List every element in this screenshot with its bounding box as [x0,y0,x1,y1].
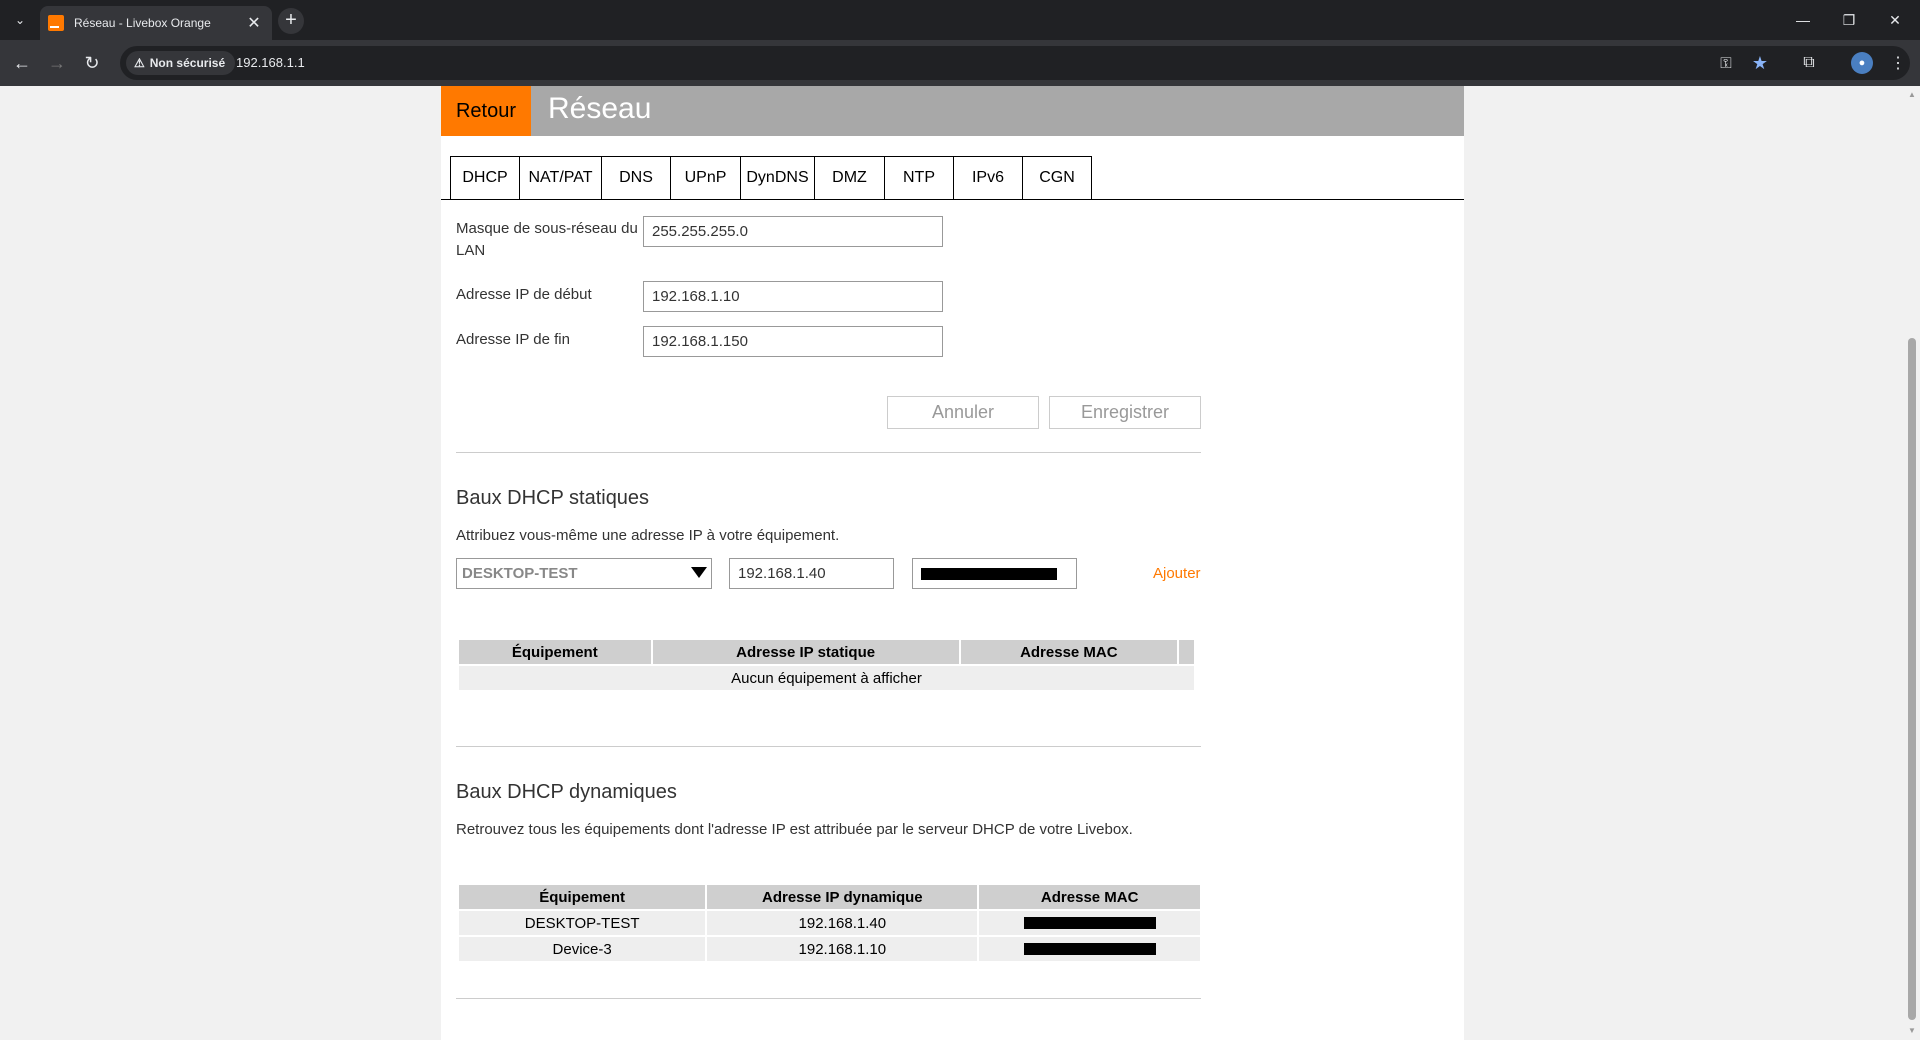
page-viewport: Retour Réseau DHCP NAT/PAT DNS UPnP DynD… [0,86,1904,1040]
tabs-divider [441,199,1464,200]
redacted-mac [921,568,1057,580]
security-chip[interactable]: ⚠ Non sécurisé [126,51,236,75]
end-ip-label: Adresse IP de fin [456,331,570,348]
tab-close-icon[interactable]: ✕ [244,13,264,33]
tab-dmz[interactable]: DMZ [814,156,884,200]
warning-icon: ⚠ [134,56,145,70]
scroll-down-icon[interactable]: ▼ [1908,1026,1916,1035]
subnet-input[interactable] [643,216,943,247]
back-button[interactable]: Retour [441,86,531,136]
scrollbar-thumb[interactable] [1908,338,1916,1020]
ip-cell: 192.168.1.10 [705,935,980,963]
mac-cell [977,935,1202,963]
reload-icon[interactable]: ↻ [78,49,106,77]
end-ip-input[interactable] [643,326,943,357]
page-scrollbar[interactable]: ▲ ▼ [1904,86,1920,1040]
device-select[interactable]: DESKTOP-TEST [456,558,712,589]
key-icon[interactable]: ⚿ [1714,51,1738,75]
column-header: Adresse MAC [958,638,1180,666]
static-ip-input[interactable] [729,558,894,589]
start-ip-label: Adresse IP de début [456,286,592,303]
column-header-spacer [1177,638,1196,666]
profile-icon[interactable]: ● [1850,51,1874,75]
tab-list-icon[interactable]: ⌄ [8,8,32,32]
start-ip-input[interactable] [643,281,943,312]
cancel-button[interactable]: Annuler [887,396,1039,429]
static-leases-title: Baux DHCP statiques [456,487,650,509]
mac-cell [977,909,1202,937]
device-select-value: DESKTOP-TEST [462,565,578,582]
close-icon[interactable]: ✕ [1872,0,1918,40]
tab-ipv6[interactable]: IPv6 [953,156,1022,200]
dropdown-arrow-icon [691,567,707,578]
column-header: Adresse IP dynamique [705,883,980,911]
tab-dyndns[interactable]: DynDNS [740,156,814,200]
forward-icon[interactable]: → [43,49,71,77]
url-text[interactable]: 192.168.1.1 [236,55,305,70]
new-tab-button[interactable]: + [278,8,304,34]
page-header: Retour Réseau [441,86,1464,136]
tab-nat-pat[interactable]: NAT/PAT [519,156,601,200]
browser-tab-strip: ⌄ Réseau - Livebox Orange ✕ + — ❐ ✕ [0,0,1920,40]
browser-tab[interactable]: Réseau - Livebox Orange ✕ [40,6,272,40]
menu-icon[interactable]: ⋮ [1886,51,1910,75]
column-header: Adresse IP statique [650,638,961,666]
page-title: Réseau [548,92,652,125]
table-row: DESKTOP-TEST 192.168.1.40 [456,909,1202,937]
redacted-mac [1023,917,1156,929]
table-row: Device-3 192.168.1.10 [456,935,1202,963]
dynamic-leases-title: Baux DHCP dynamiques [456,781,677,803]
subnet-label: Masque de sous-réseau du LAN [456,220,638,259]
mac-address-input[interactable] [912,558,1077,589]
empty-message: Aucun équipement à afficher [457,664,1196,692]
network-panel: Retour Réseau DHCP NAT/PAT DNS UPnP DynD… [441,86,1464,1040]
section-divider [456,452,1201,453]
scroll-up-icon[interactable]: ▲ [1908,90,1916,99]
restore-icon[interactable]: ❐ [1826,0,1872,40]
add-link[interactable]: Ajouter [1153,565,1201,582]
column-header: Équipement [456,883,708,911]
static-leases-description: Attribuez vous-même une adresse IP à vot… [456,527,840,544]
star-icon[interactable]: ★ [1748,51,1772,75]
tab-dns[interactable]: DNS [601,156,670,200]
tab-upnp[interactable]: UPnP [670,156,740,200]
column-header: Équipement [457,638,653,666]
save-button[interactable]: Enregistrer [1049,396,1201,429]
device-cell: DESKTOP-TEST [456,909,708,937]
security-label: Non sécurisé [149,56,226,70]
section-divider [456,746,1201,747]
static-leases-table: Équipement Adresse IP statique Adresse M… [457,638,1196,692]
redacted-mac [1023,943,1156,955]
section-divider [456,998,1201,999]
tab-ntp[interactable]: NTP [884,156,953,200]
dynamic-leases-description: Retrouvez tous les équipements dont l'ad… [456,821,1133,838]
orange-favicon-icon [48,15,64,31]
ip-cell: 192.168.1.40 [705,909,980,937]
device-cell: Device-3 [456,935,708,963]
minimize-icon[interactable]: — [1780,0,1826,40]
extensions-icon[interactable]: ⧉ [1797,51,1821,75]
tab-cgn[interactable]: CGN [1022,156,1092,200]
tab-dhcp[interactable]: DHCP [450,156,519,200]
network-tabs: DHCP NAT/PAT DNS UPnP DynDNS DMZ NTP IPv… [450,156,1092,200]
browser-toolbar: ← → ↻ ⚠ Non sécurisé 192.168.1.1 ⚿ ★ ⧉ ●… [0,40,1920,86]
tab-title: Réseau - Livebox Orange [74,16,211,30]
back-icon[interactable]: ← [8,49,36,77]
dynamic-leases-table: Équipement Adresse IP dynamique Adresse … [456,883,1202,963]
table-row: Aucun équipement à afficher [457,664,1196,692]
column-header: Adresse MAC [977,883,1202,911]
address-bar[interactable]: ⚠ Non sécurisé 192.168.1.1 ⚿ ★ [120,46,1910,80]
